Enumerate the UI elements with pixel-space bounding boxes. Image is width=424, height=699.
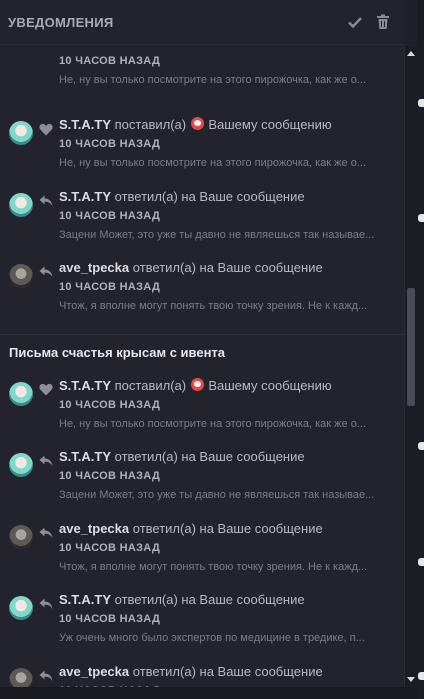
notification-item[interactable]: S.T.A.TY поставил(а) Вашему сообщению 10 … xyxy=(0,109,404,181)
notification-preview: Не, ну вы только посмотрите на этого пир… xyxy=(59,417,366,430)
notification-user[interactable]: S.T.A.TY xyxy=(59,378,111,393)
page-edge-mark xyxy=(418,672,424,680)
notification-user[interactable]: ave_tpecka xyxy=(59,260,129,275)
notification-preview: Уж очень много было экспертов по медицин… xyxy=(59,632,365,644)
notification-target: Вашему сообщению xyxy=(208,377,332,393)
mark-all-read-button[interactable] xyxy=(344,11,366,33)
notification-item[interactable]: S.T.A.TY ответил(а) на Ваше сообщение 10 … xyxy=(0,441,404,513)
bottom-strip xyxy=(0,687,417,699)
reply-icon xyxy=(39,455,53,466)
check-icon xyxy=(348,17,362,29)
avatar[interactable] xyxy=(9,667,33,687)
trash-icon xyxy=(377,14,389,29)
notification-time: 10 ЧАСОВ НАЗАД xyxy=(59,613,161,625)
notification-preview: Не, ну вы только посмотрите на этого пир… xyxy=(59,74,366,86)
notification-text: S.T.A.TY ответил(а) на Ваше сообщение xyxy=(59,448,396,466)
notification-user[interactable]: S.T.A.TY xyxy=(59,117,111,132)
notification-item[interactable]: S.T.A.TY поставил(а) Вашему сообщению 10 … xyxy=(0,370,404,442)
avatar[interactable] xyxy=(9,381,33,406)
page-edge-mark xyxy=(418,99,424,107)
scroll-down-arrow[interactable] xyxy=(405,673,417,687)
reply-icon xyxy=(39,266,53,277)
notification-action: ответил(а) на Ваше сообщение xyxy=(132,260,323,275)
page-edge-mark xyxy=(418,442,424,450)
group-title: Письма счастья крысам с ивента xyxy=(9,344,226,360)
avatar[interactable] xyxy=(9,524,33,549)
notification-type xyxy=(38,453,54,469)
notification-text: ave_tpecka ответил(а) на Ваше сообщение xyxy=(59,520,396,538)
reply-icon xyxy=(39,670,53,681)
page-edge-mark xyxy=(418,558,424,566)
notification-action: поставил(а) xyxy=(114,117,187,132)
reply-icon xyxy=(39,527,53,538)
notification-user[interactable]: S.T.A.TY xyxy=(59,592,111,607)
heart-icon xyxy=(39,123,53,135)
notification-preview: Чтож, я вполне могут понять твою точку з… xyxy=(59,300,368,312)
notification-preview: Зацени Может, это уже ты давно не являеш… xyxy=(59,228,375,241)
notification-time: 10 ЧАСОВ НАЗАД xyxy=(59,470,161,482)
group-header: Письма счастья крысам с ивента xyxy=(0,333,404,370)
notification-action: поставил(а) xyxy=(114,377,187,393)
notification-text: S.T.A.TY поставил(а) Вашему сообщению xyxy=(59,116,396,134)
notification-action: ответил(а) на Ваше сообщение xyxy=(114,592,305,607)
notification-item[interactable]: ave_tpecka ответил(а) на Ваше сообщение 1… xyxy=(0,513,404,585)
avatar[interactable] xyxy=(9,264,33,288)
notification-preview: Чтож, я вполне могут понять твою точку з… xyxy=(59,560,368,573)
notification-item[interactable]: S.T.A.TY ответил(а) на Ваше сообщение 10 … xyxy=(0,181,404,253)
notifications-panel: УВЕДОМЛЕНИЯ 10 ЧАСОВ НАЗАД Не, ну вы тол… xyxy=(0,0,404,699)
notification-type xyxy=(38,264,54,280)
notification-user[interactable]: S.T.A.TY xyxy=(59,189,111,204)
notification-type xyxy=(38,596,54,612)
notifications-title: УВЕДОМЛЕНИЯ xyxy=(8,14,114,30)
notification-target: Вашему сообщению xyxy=(208,117,332,132)
avatar[interactable] xyxy=(9,596,33,620)
notification-type xyxy=(38,382,54,398)
scrollbar-thumb[interactable] xyxy=(407,288,415,406)
notification-action: ответил(а) на Ваше сообщение xyxy=(114,449,305,464)
notification-time: 10 ЧАСОВ НАЗАД xyxy=(59,209,161,222)
notification-user[interactable]: ave_tpecka xyxy=(59,664,129,679)
notification-text: ave_tpecka ответил(а) на Ваше сообщение xyxy=(59,259,396,277)
notification-type xyxy=(38,525,54,541)
notification-action: ответил(а) на Ваше сообщение xyxy=(114,188,305,204)
notification-time: 10 ЧАСОВ НАЗАД xyxy=(59,398,161,411)
reply-icon xyxy=(39,195,53,206)
clown-emoji-icon xyxy=(190,377,204,391)
avatar[interactable] xyxy=(9,121,33,145)
notification-type xyxy=(38,121,54,137)
notification-time: 10 ЧАСОВ НАЗАД xyxy=(59,138,161,150)
reply-icon xyxy=(39,598,53,609)
notification-item[interactable]: S.T.A.TY ответил(а) на Ваше сообщение 10 … xyxy=(0,584,404,656)
notification-type xyxy=(38,668,54,684)
notification-time: 10 ЧАСОВ НАЗАД xyxy=(59,281,161,293)
scrollbar[interactable] xyxy=(404,46,417,687)
notification-item[interactable]: ave_tpecka ответил(а) на Ваше сообщение1… xyxy=(0,656,404,687)
notification-item[interactable]: 10 ЧАСОВ НАЗАД Не, ну вы только посмотри… xyxy=(0,53,404,109)
notifications-header: УВЕДОМЛЕНИЯ xyxy=(0,0,404,45)
heart-icon xyxy=(39,383,53,396)
notification-user[interactable]: S.T.A.TY xyxy=(59,449,111,464)
avatar[interactable] xyxy=(9,192,33,217)
notification-time: 10 ЧАСОВ НАЗАД xyxy=(59,541,161,554)
notifications-list[interactable]: 10 ЧАСОВ НАЗАД Не, ну вы только посмотри… xyxy=(0,46,404,687)
notification-action: ответил(а) на Ваше сообщение xyxy=(132,520,323,536)
notification-preview: Не, ну вы только посмотрите на этого пир… xyxy=(59,157,366,169)
page-edge-mark xyxy=(418,214,424,222)
notification-text: ave_tpecka ответил(а) на Ваше сообщение xyxy=(59,663,396,681)
notification-text: S.T.A.TY ответил(а) на Ваше сообщение xyxy=(59,591,396,609)
notification-action: ответил(а) на Ваше сообщение xyxy=(132,663,323,679)
clown-emoji-icon xyxy=(190,117,204,130)
notification-preview: Зацени Может, это уже ты давно не являеш… xyxy=(59,489,375,501)
scroll-up-arrow[interactable] xyxy=(405,46,417,60)
notification-time: 10 ЧАСОВ НАЗАД xyxy=(59,55,161,67)
delete-all-button[interactable] xyxy=(372,11,394,33)
notification-type xyxy=(38,193,54,209)
avatar[interactable] xyxy=(9,453,33,477)
notification-item[interactable]: ave_tpecka ответил(а) на Ваше сообщение 1… xyxy=(0,252,404,324)
notification-text: S.T.A.TY ответил(а) на Ваше сообщение xyxy=(59,188,396,206)
notification-text: S.T.A.TY поставил(а) Вашему сообщению xyxy=(59,377,396,395)
notification-user[interactable]: ave_tpecka xyxy=(59,521,129,536)
